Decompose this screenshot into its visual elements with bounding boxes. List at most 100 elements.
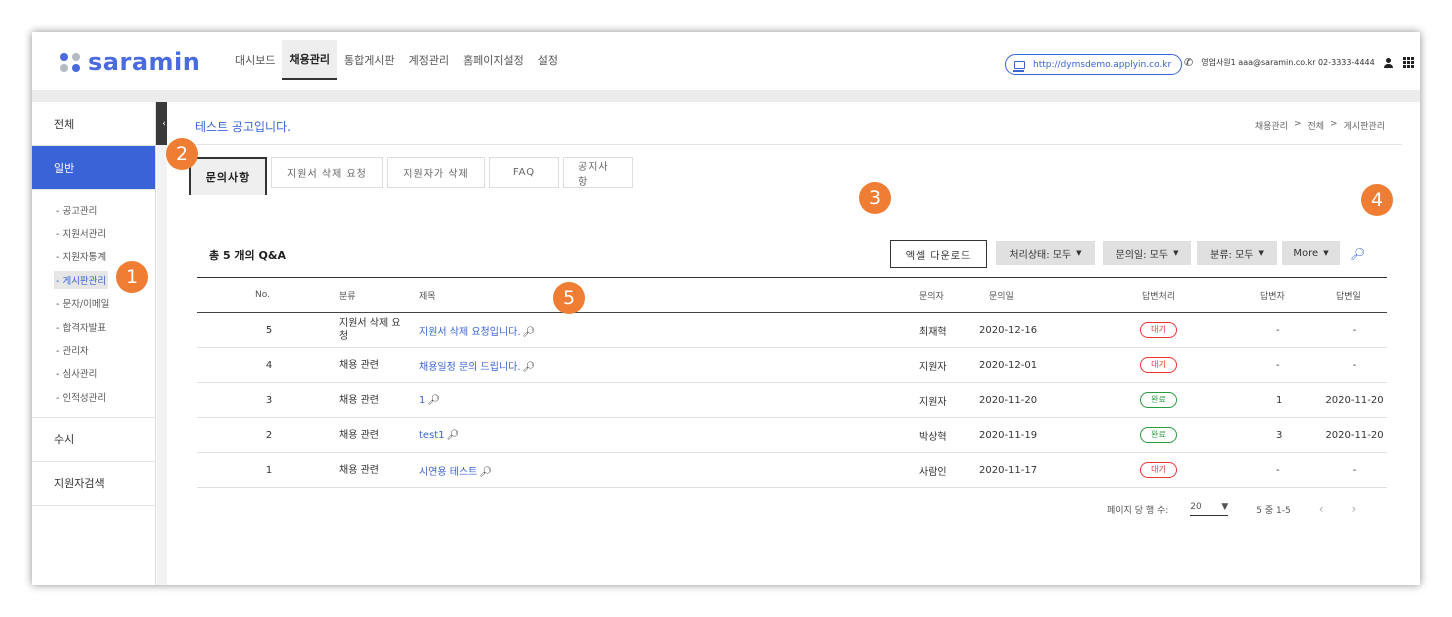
nav-recruitment[interactable]: 채용관리 — [282, 40, 337, 80]
header-title[interactable]: 제목 — [419, 277, 919, 313]
caret-down-icon: ▼ — [1173, 249, 1179, 257]
user-info: ✆ 영업사원1 aaa@saramin.co.kr 02-3333-4444 — [1184, 56, 1414, 69]
qa-count-label: 총 5 개의 Q&A — [209, 249, 286, 262]
excel-download-button[interactable]: 엑셀 다운로드 — [890, 240, 987, 268]
top-bar: saramin 대시보드 채용관리 통합게시판 계정관리 홈페이지설정 설정 h… — [32, 32, 1420, 90]
header-responder[interactable]: 답변자 — [1232, 277, 1314, 313]
cell-category: 채용 관련 — [339, 382, 419, 418]
header-divider — [32, 90, 1420, 102]
cell-answer-status: 완료 — [1112, 382, 1232, 418]
sidebar-section-rolling[interactable]: 수시 — [32, 418, 155, 462]
sidebar-submenu: - 공고관리 - 지원서관리 - 지원자통계 - 게시판관리 - 문자/이메일 … — [32, 190, 155, 418]
cell-no: 1 — [237, 452, 339, 488]
nav-board[interactable]: 통합게시판 — [337, 40, 402, 80]
saramin-logo[interactable]: saramin — [60, 48, 200, 76]
cell-answer-date: - — [1314, 452, 1387, 488]
rows-per-page-select[interactable]: 20 ▼ — [1190, 502, 1229, 516]
person-icon[interactable] — [1383, 57, 1393, 68]
cell-answer-date: - — [1314, 312, 1387, 348]
filter-status-dropdown[interactable]: 처리상태: 모두 ▼ — [996, 241, 1095, 265]
tab-applicant-deleted[interactable]: 지원자가 삭제 — [387, 157, 485, 188]
sidebar-item-applications[interactable]: - 지원서관리 — [32, 221, 155, 244]
header-answer-status[interactable]: 답변처리 — [1112, 277, 1232, 313]
cell-no: 3 — [237, 382, 339, 418]
search-icon[interactable]: 🔎︎ — [447, 430, 460, 441]
chevron-left-icon: ‹ — [162, 118, 166, 129]
search-icon[interactable]: 🔎︎ — [479, 467, 492, 478]
cell-title: 시연용 테스트 🔎︎ — [419, 452, 919, 488]
prev-page-button[interactable]: ‹ — [1319, 502, 1324, 516]
nav-settings[interactable]: 설정 — [531, 40, 565, 80]
main-content: 테스트 공고입니다. 채용관리 > 전체 > 게시판관리 문의사항 지원서 삭제… — [167, 102, 1420, 585]
header-inquiry-date[interactable]: 문의일 — [977, 277, 1112, 313]
sidebar-item-job-postings[interactable]: - 공고관리 — [32, 198, 155, 221]
cell-inquiry-date: 2020-11-20 — [977, 382, 1112, 418]
filter-more-dropdown[interactable]: More ▼ — [1282, 241, 1340, 265]
tab-faq[interactable]: FAQ — [489, 157, 559, 188]
search-icon[interactable]: 🔎︎ — [523, 362, 536, 373]
status-badge: 대기 — [1140, 357, 1177, 373]
next-page-button[interactable]: › — [1352, 502, 1357, 516]
cell-answer-status: 대기 — [1112, 312, 1232, 348]
cell-title: 지원서 삭제 요청입니다. 🔎︎ — [419, 312, 919, 348]
sidebar-item-admins[interactable]: - 관리자 — [32, 338, 155, 361]
breadcrumb-separator: > — [1330, 119, 1338, 129]
header-answer-date[interactable]: 답변일 — [1314, 277, 1387, 313]
breadcrumb: 채용관리 > 전체 > 게시판관리 — [1255, 119, 1385, 132]
apps-grid-icon[interactable] — [1402, 57, 1414, 68]
filter-category-dropdown[interactable]: 분류: 모두 ▼ — [1197, 241, 1277, 265]
cell-title: 1 🔎︎ — [419, 382, 919, 418]
sidebar-item-review[interactable]: - 심사관리 — [32, 362, 155, 385]
table-row: 3 채용 관련 1 🔎︎ 지원자 2020-11-20 완료 1 2020-11-20 — [197, 382, 1387, 418]
header-inquirer[interactable]: 문의자 — [919, 277, 977, 313]
post-title-link[interactable]: 시연용 테스트 🔎︎ — [419, 467, 492, 478]
cell-responder: - — [1232, 312, 1314, 348]
table-row: 2 채용 관련 test1 🔎︎ 박상혁 2020-11-19 완료 3 2020-11-20 — [197, 417, 1387, 453]
table-row: 4 채용 관련 채용일정 문의 드립니다. 🔎︎ 지원자 2020-12-01 대기 - - — [197, 347, 1387, 383]
sidebar-item-sms-email[interactable]: - 문자/이메일 — [32, 292, 155, 315]
cell-no: 4 — [237, 347, 339, 383]
callout-marker-5: 5 — [553, 282, 585, 314]
breadcrumb-recruitment[interactable]: 채용관리 — [1255, 119, 1288, 132]
nav-homepage-settings[interactable]: 홈페이지설정 — [456, 40, 531, 80]
homepage-url-link[interactable]: http://dymsdemo.applyin.co.kr — [1005, 54, 1183, 75]
page-title: 테스트 공고입니다. — [195, 120, 291, 134]
cell-no: 5 — [237, 312, 339, 348]
nav-dashboard[interactable]: 대시보드 — [228, 40, 282, 80]
tab-notices[interactable]: 공지사항 — [563, 157, 633, 188]
top-nav: 대시보드 채용관리 통합게시판 계정관리 홈페이지설정 설정 — [228, 40, 565, 80]
status-badge: 대기 — [1140, 322, 1177, 338]
sidebar-item-pass-announcement[interactable]: - 합격자발표 — [32, 315, 155, 338]
pagination: 페이지 당 행 수: 20 ▼ 5 중 1-5 ‹ › — [1107, 502, 1356, 516]
cell-inquirer: 지원자 — [919, 347, 977, 383]
search-icon[interactable]: 🔎︎ — [1350, 247, 1365, 261]
sidebar-section-applicant-search[interactable]: 지원자검색 — [32, 462, 155, 506]
filter-inquiry-date-dropdown[interactable]: 문의일: 모두 ▼ — [1103, 241, 1191, 265]
post-title-link[interactable]: 채용일정 문의 드립니다. 🔎︎ — [419, 362, 535, 373]
sidebar-section-general[interactable]: 일반 — [32, 146, 155, 190]
breadcrumb-all[interactable]: 전체 — [1307, 119, 1324, 132]
sidebar-item-aptitude[interactable]: - 인적성관리 — [32, 385, 155, 408]
board-tabs: 문의사항 지원서 삭제 요청 지원자가 삭제 FAQ 공지사항 — [189, 157, 633, 195]
sidebar-section-all[interactable]: 전체 — [32, 102, 155, 146]
nav-accounts[interactable]: 계정관리 — [402, 40, 456, 80]
status-badge: 대기 — [1140, 462, 1177, 478]
header-category[interactable]: 분류 — [339, 277, 419, 313]
post-title-link[interactable]: test1 🔎︎ — [419, 430, 459, 441]
logo-dots-icon — [60, 52, 81, 72]
tab-inquiries[interactable]: 문의사항 — [189, 157, 267, 195]
cell-inquirer: 최재혁 — [919, 312, 977, 348]
callout-marker-4: 4 — [1361, 184, 1393, 216]
cell-inquirer: 박상혁 — [919, 417, 977, 453]
callout-marker-1: 1 — [116, 261, 148, 293]
post-title-link[interactable]: 지원서 삭제 요청입니다. 🔎︎ — [419, 327, 535, 338]
tab-application-delete-requests[interactable]: 지원서 삭제 요청 — [271, 157, 383, 188]
filter-inquiry-date-label: 문의일: 모두 — [1115, 249, 1169, 261]
caret-down-icon: ▼ — [1221, 502, 1229, 512]
post-title-link[interactable]: 1 🔎︎ — [419, 395, 440, 406]
cell-inquiry-date: 2020-11-19 — [977, 417, 1112, 453]
search-icon[interactable]: 🔎︎ — [523, 327, 536, 338]
qa-table: No. 분류 제목 문의자 문의일 답변처리 답변자 답변일 5 지원서 삭제 요… — [197, 277, 1387, 488]
search-icon[interactable]: 🔎︎ — [427, 395, 440, 406]
header-no[interactable]: No. — [237, 277, 339, 313]
